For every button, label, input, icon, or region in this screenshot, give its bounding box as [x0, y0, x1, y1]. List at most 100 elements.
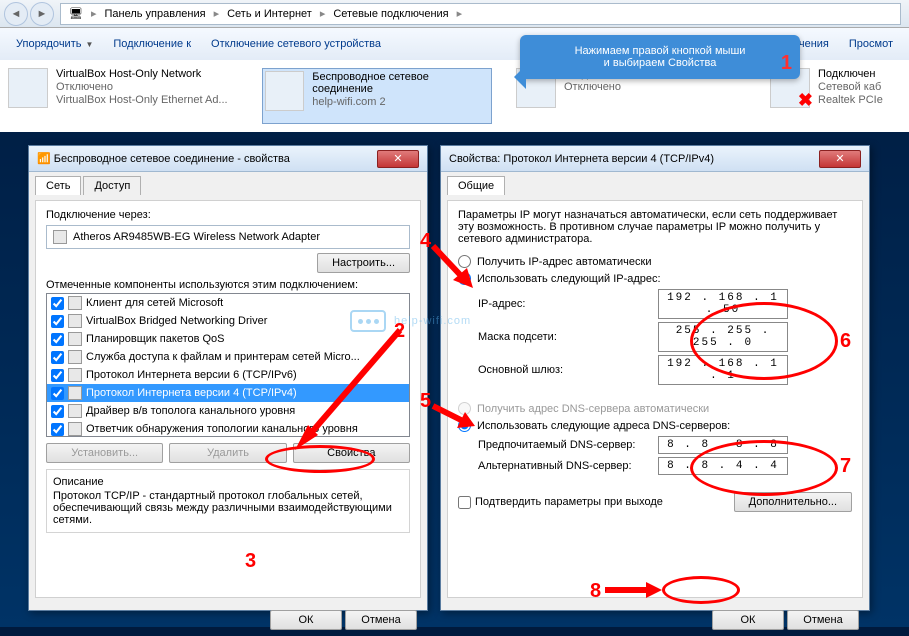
toolbar-connect[interactable]: Подключение к	[105, 34, 199, 54]
breadcrumb-part[interactable]: Сетевые подключения	[329, 8, 452, 20]
network-item-selected[interactable]: Беспроводное сетевое соединение help-wif…	[262, 68, 492, 124]
adapter-icon: 📶	[37, 152, 51, 165]
network-adapter: Отключено	[564, 81, 634, 93]
dialog-title-text: Беспроводное сетевое соединение - свойст…	[54, 153, 290, 165]
radio-manual-ip[interactable]: Использовать следующий IP-адрес:	[458, 272, 852, 285]
tab-general[interactable]: Общие	[447, 176, 505, 195]
mask-label: Маска подсети:	[478, 331, 658, 343]
radio-manual-dns[interactable]: Использовать следующие адреса DNS-сервер…	[458, 419, 852, 432]
dns1-input[interactable]: 8 . 8 . 8 . 8	[658, 436, 788, 454]
confirm-checkbox-row[interactable]: Подтвердить параметры при выходе	[458, 496, 663, 509]
toolbar-partial-right[interactable]: Просмот	[841, 34, 901, 54]
annotation-number-1: 1	[781, 52, 792, 75]
component-checkbox[interactable]	[51, 297, 64, 310]
nav-forward-button[interactable]: ►	[30, 2, 54, 26]
description-label: Описание	[53, 476, 403, 488]
cancel-button[interactable]: Отмена	[345, 610, 417, 630]
list-item[interactable]: Ответчик обнаружения топологии канальног…	[47, 420, 409, 437]
network-adapter: VirtualBox Host-Only Ethernet Ad...	[56, 94, 228, 106]
description-text: Протокол TCP/IP - стандартный протокол г…	[53, 490, 403, 526]
component-checkbox[interactable]	[51, 387, 64, 400]
list-item[interactable]: VirtualBox Bridged Networking Driver	[47, 312, 409, 330]
properties-button[interactable]: Свойства	[293, 443, 410, 463]
adapter-icon	[53, 230, 67, 244]
breadcrumb-part[interactable]: Сеть и Интернет	[223, 8, 316, 20]
components-list[interactable]: Клиент для сетей Microsoft VirtualBox Br…	[46, 293, 410, 437]
list-item[interactable]: Служба доступа к файлам и принтерам сете…	[47, 348, 409, 366]
toolbar-disable[interactable]: Отключение сетевого устройства	[203, 34, 389, 54]
network-status: Сетевой каб	[818, 81, 883, 93]
dlg2.dns2[interactable]: 8 . 8 . 4 . 4	[658, 457, 788, 475]
mask-input[interactable]: 255 . 255 . 255 . 0	[658, 322, 788, 352]
component-checkbox[interactable]	[51, 369, 64, 382]
toolbar-organize[interactable]: Упорядочить▼	[8, 34, 101, 54]
disconnected-icon: ✖	[798, 90, 813, 111]
component-icon	[68, 386, 82, 400]
network-status: Отключено	[56, 81, 228, 93]
component-checkbox[interactable]	[51, 405, 64, 418]
dialog-titlebar[interactable]: Свойства: Протокол Интернета версии 4 (T…	[441, 146, 869, 172]
network-adapter: help-wifi.com 2	[312, 96, 489, 108]
breadcrumb-part[interactable]: Панель управления	[101, 8, 210, 20]
component-icon	[68, 422, 82, 436]
list-item[interactable]: Протокол Интернета версии 6 (TCP/IPv6)	[47, 366, 409, 384]
description-box: Описание Протокол TCP/IP - стандартный п…	[46, 469, 410, 533]
configure-button[interactable]: Настроить...	[317, 253, 410, 273]
dialog-titlebar[interactable]: 📶 Беспроводное сетевое соединение - свой…	[29, 146, 427, 172]
breadcrumb[interactable]: 🖥 ▸ Панель управления ▸ Сеть и Интернет …	[60, 3, 901, 25]
nav-back-button[interactable]: ◄	[4, 2, 28, 26]
ip-label: IP-адрес:	[478, 298, 658, 310]
close-icon[interactable]: ✕	[377, 150, 419, 168]
list-item[interactable]: Планировщик пакетов QoS	[47, 330, 409, 348]
remove-button[interactable]: Удалить	[169, 443, 286, 463]
component-icon	[68, 296, 82, 310]
gateway-input[interactable]: 192 . 168 . 1 . 1	[658, 355, 788, 385]
network-name: Подключен	[818, 68, 883, 80]
cancel-button[interactable]: Отмена	[787, 610, 859, 630]
network-name: VirtualBox Host-Only Network	[56, 68, 228, 80]
ip-input[interactable]: 192 . 168 . 1 . 50	[658, 289, 788, 319]
ok-button[interactable]: ОК	[712, 610, 784, 630]
gateway-label: Основной шлюз:	[478, 364, 658, 376]
network-name: Беспроводное сетевое соединение	[312, 71, 489, 95]
component-checkbox[interactable]	[51, 333, 64, 346]
close-icon[interactable]: ✕	[819, 150, 861, 168]
advanced-button[interactable]: Дополнительно...	[734, 492, 852, 512]
properties-dialog-wireless: 📶 Беспроводное сетевое соединение - свой…	[28, 145, 428, 611]
callout-line1: Нажимаем правой кнопкой мыши	[534, 45, 786, 57]
component-checkbox[interactable]	[51, 351, 64, 364]
radio-input[interactable]	[458, 255, 471, 268]
radio-input[interactable]	[458, 272, 471, 285]
component-icon	[68, 332, 82, 346]
explorer-address-bar: ◄ ► 🖥 ▸ Панель управления ▸ Сеть и Интер…	[0, 0, 909, 28]
tab-access[interactable]: Доступ	[83, 176, 141, 195]
components-label: Отмеченные компоненты используются этим …	[46, 279, 410, 291]
properties-dialog-ipv4: Свойства: Протокол Интернета версии 4 (T…	[440, 145, 870, 611]
component-icon	[68, 350, 82, 364]
list-item-selected[interactable]: Протокол Интернета версии 4 (TCP/IPv4)	[47, 384, 409, 402]
radio-auto-dns: Получить адрес DNS-сервера автоматически	[458, 402, 852, 415]
radio-input	[458, 402, 471, 415]
component-checkbox[interactable]	[51, 315, 64, 328]
adapter-name: Atheros AR9485WB-EG Wireless Network Ada…	[73, 231, 320, 243]
list-item[interactable]: Клиент для сетей Microsoft	[47, 294, 409, 312]
dialog-title-text: Свойства: Протокол Интернета версии 4 (T…	[449, 153, 714, 165]
network-icon	[265, 71, 304, 111]
network-item[interactable]: VirtualBox Host-Only Network Отключено V…	[8, 68, 238, 124]
list-item[interactable]: Драйвер в/в тополога канального уровня	[47, 402, 409, 420]
component-checkbox[interactable]	[51, 423, 64, 436]
confirm-checkbox[interactable]	[458, 496, 471, 509]
radio-input[interactable]	[458, 419, 471, 432]
install-button[interactable]: Установить...	[46, 443, 163, 463]
ok-button[interactable]: ОК	[270, 610, 342, 630]
network-icon	[8, 68, 48, 108]
tab-network[interactable]: Сеть	[35, 176, 81, 195]
dns1-label: Предпочитаемый DNS-сервер:	[478, 439, 658, 451]
component-icon	[68, 404, 82, 418]
adapter-field: Atheros AR9485WB-EG Wireless Network Ada…	[46, 225, 410, 249]
network-adapter: Realtek PCIe	[818, 94, 883, 106]
intro-text: Параметры IP могут назначаться автоматич…	[458, 209, 852, 245]
callout-line2: и выбираем Свойства	[534, 57, 786, 69]
radio-auto-ip[interactable]: Получить IP-адрес автоматически	[458, 255, 852, 268]
dns2-label: Альтернативный DNS-сервер:	[478, 460, 658, 472]
